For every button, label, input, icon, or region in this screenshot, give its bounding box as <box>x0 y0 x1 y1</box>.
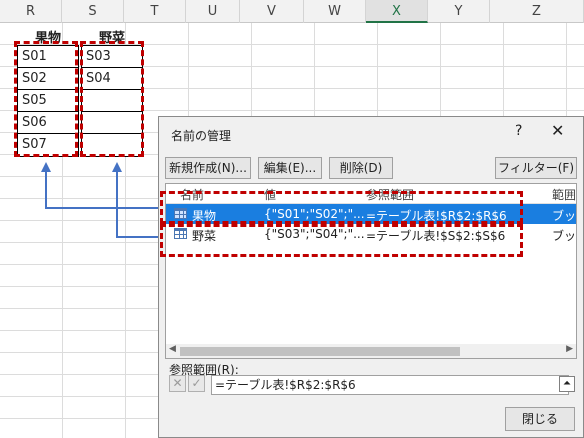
scrollbar-thumb[interactable] <box>180 347 460 356</box>
collapse-dialog-icon[interactable]: ⏶ <box>559 376 575 392</box>
name-manager-dialog: 名前の管理 ? ✕ 新規作成(N)... 編集(E)... 削除(D) フィルタ… <box>158 116 584 438</box>
close-button[interactable]: 閉じる <box>505 407 575 431</box>
filter-button[interactable]: フィルター(F) ▾ <box>495 157 577 195</box>
delete-button[interactable]: 削除(D) <box>329 157 393 179</box>
dialog-title: 名前の管理 <box>171 129 232 143</box>
confirm-edit-icon[interactable]: ✓ <box>188 375 205 392</box>
help-icon[interactable]: ? <box>515 123 522 139</box>
fruit-connector-line <box>45 170 168 209</box>
veg-row-highlight <box>160 224 523 257</box>
horizontal-scrollbar[interactable]: ◀ ▶ <box>166 344 576 358</box>
fruit-arrowhead <box>41 162 51 172</box>
fruit-row-highlight <box>160 191 523 224</box>
close-icon[interactable]: ✕ <box>551 121 564 140</box>
row-scope: ブッ <box>552 209 577 223</box>
new-button[interactable]: 新規作成(N)... <box>165 157 251 179</box>
edit-button[interactable]: 編集(E)... <box>258 157 322 179</box>
row-scope: ブッ <box>552 229 577 243</box>
scroll-left-icon[interactable]: ◀ <box>169 344 176 354</box>
veg-arrowhead <box>112 162 122 172</box>
scroll-right-icon[interactable]: ▶ <box>566 344 573 354</box>
refers-to-input[interactable]: =テーブル表!$R$2:$R$6 <box>211 375 569 395</box>
col-scope[interactable]: 範囲 <box>552 186 576 203</box>
cancel-edit-icon[interactable]: ✕ <box>169 375 186 392</box>
